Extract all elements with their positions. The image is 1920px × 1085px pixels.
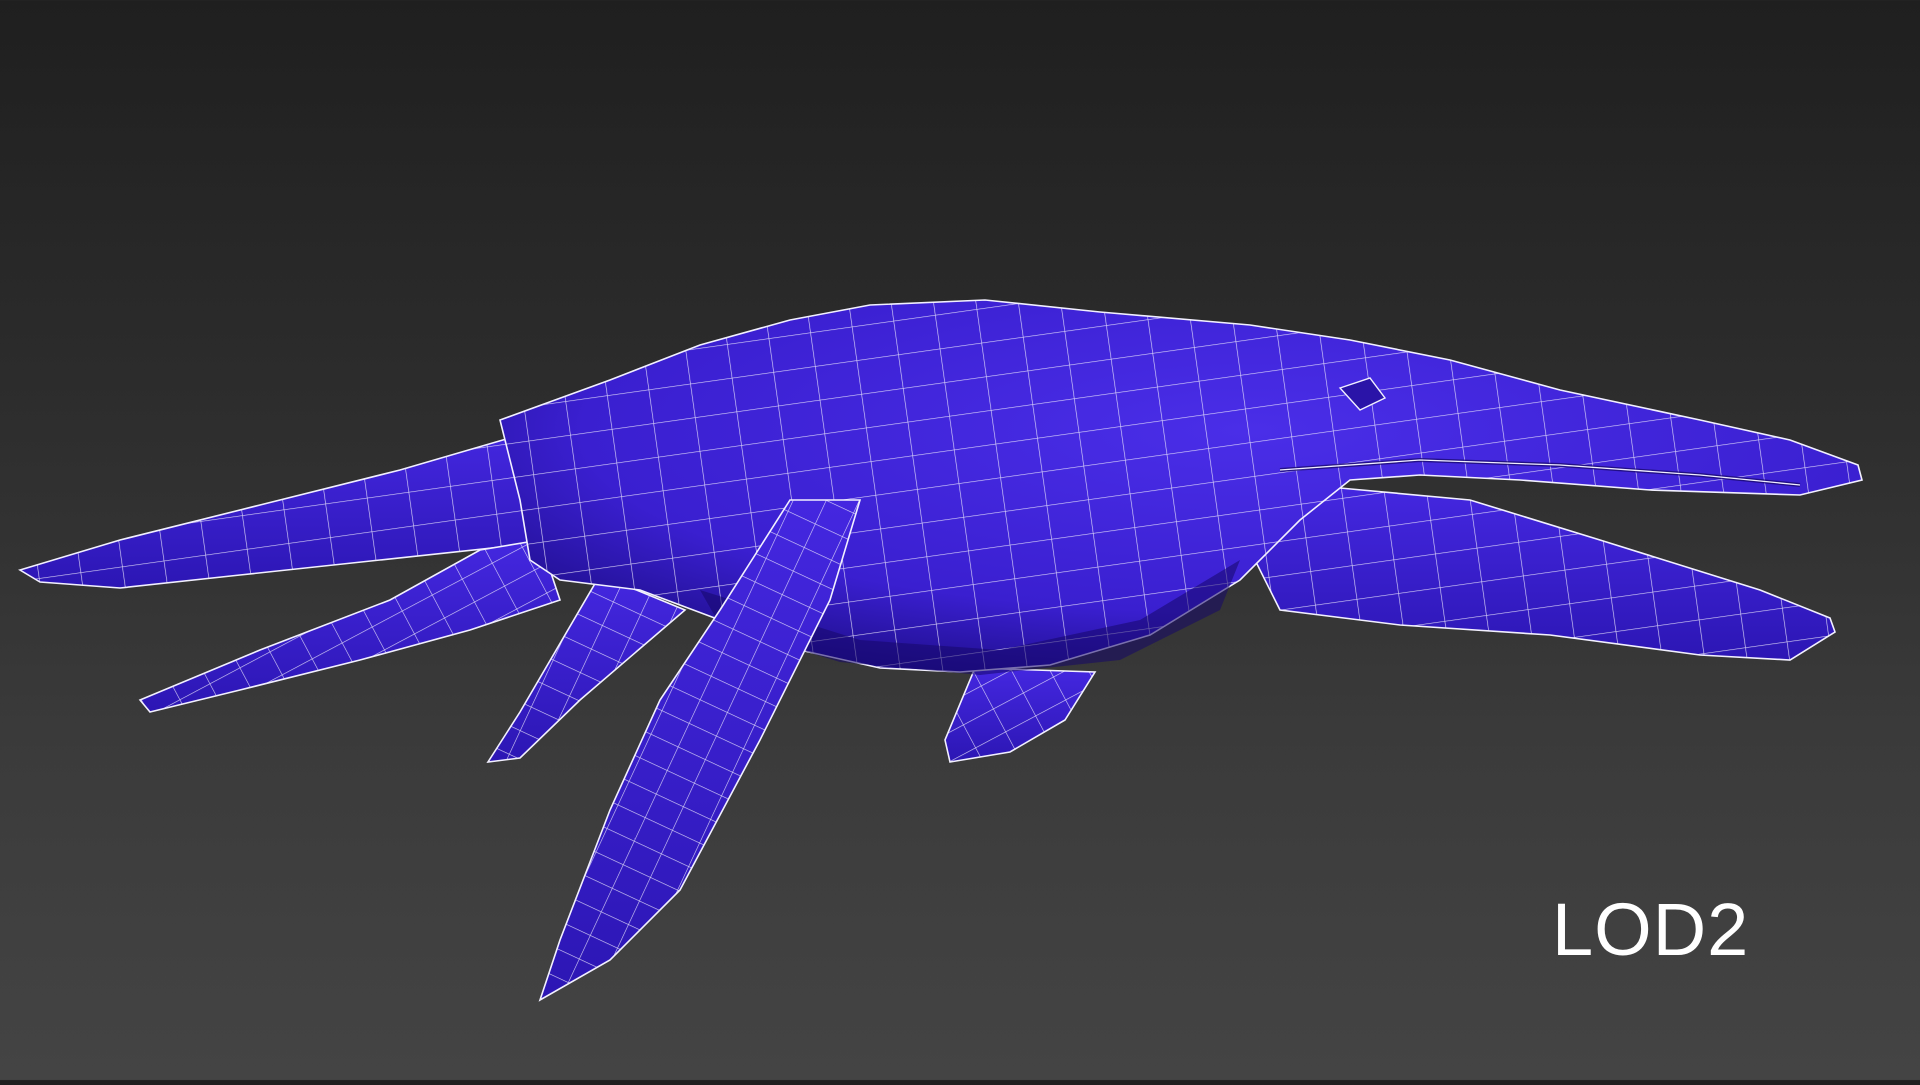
lower-jaw	[1228, 487, 1836, 661]
lod-label: LOD2	[1552, 888, 1750, 971]
3d-viewport[interactable]: LOD2	[0, 0, 1920, 1080]
front-lower-flipper	[944, 667, 1097, 763]
